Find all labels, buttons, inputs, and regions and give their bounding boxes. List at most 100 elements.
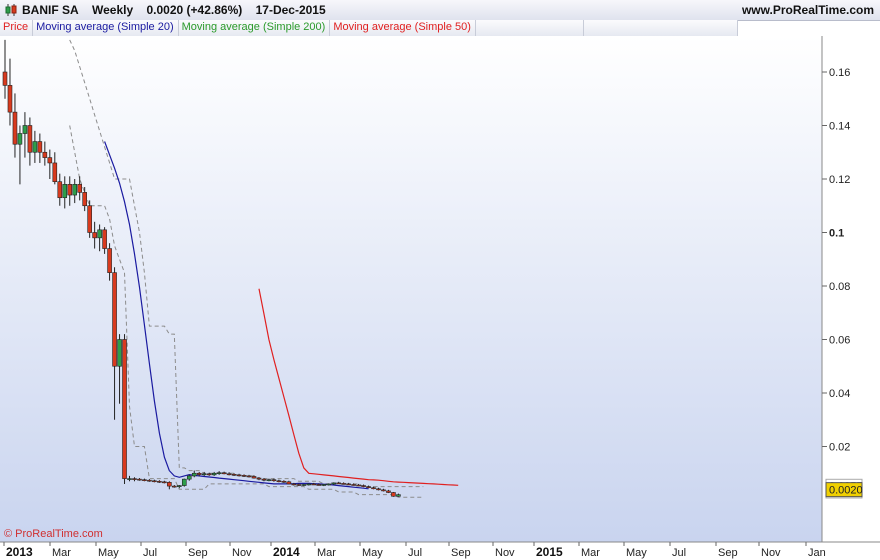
candle (181, 478, 187, 487)
candle-body (366, 486, 371, 488)
candle-body (246, 475, 252, 478)
y-tick-label: 0.12 (829, 174, 850, 186)
candle-body (256, 477, 262, 480)
candle-body (221, 472, 227, 475)
watermark: © ProRealTime.com (4, 528, 103, 540)
price-chart[interactable]: 0.02 0.04 0.06 0.08 0.1 0.12 0.14 0.16 2013 Mar M… (0, 0, 880, 560)
candle-body (386, 490, 391, 493)
candle-body (251, 476, 257, 479)
candle-body (306, 483, 312, 486)
y-tick-label: 0.1 (829, 228, 844, 240)
x-tick-label: Nov (495, 547, 515, 559)
candle (122, 334, 127, 484)
candle-body (42, 151, 48, 158)
candle-body (62, 184, 68, 199)
candle-body (396, 494, 401, 497)
candle-body (162, 481, 167, 484)
candle-body (216, 472, 222, 475)
candle (326, 483, 332, 486)
x-tick-label: Sep (451, 547, 471, 559)
x-tick-label: Sep (718, 547, 738, 559)
x-tick-label: May (98, 547, 119, 559)
x-tick-label: Jul (408, 547, 422, 559)
candle-body (132, 478, 137, 480)
y-tick-label: 0.02 (829, 442, 850, 454)
candle-body (7, 85, 13, 113)
candle (87, 200, 92, 238)
y-tick-label: 0.06 (829, 335, 850, 347)
candle-body (67, 184, 73, 196)
candle-body (196, 472, 202, 475)
candle-body (271, 479, 277, 482)
candle-body (32, 141, 38, 153)
candle-body (167, 482, 172, 487)
candle-body (2, 71, 8, 86)
x-tick-label: Mar (52, 547, 71, 559)
x-tick-label: May (362, 547, 383, 559)
candle-body (147, 479, 152, 482)
candle-body (336, 482, 341, 485)
candle-body (82, 192, 87, 207)
x-tick-label: May (626, 547, 647, 559)
candle-body (341, 483, 346, 485)
candle-body (112, 272, 117, 367)
candle-body (201, 473, 207, 476)
candle-body (117, 339, 122, 367)
candle-body (142, 479, 147, 481)
y-tick-label: 0.16 (829, 67, 850, 79)
candle-body (52, 162, 58, 182)
candle-body (211, 472, 217, 476)
candle-body (127, 478, 132, 480)
candle-body (157, 480, 162, 483)
candle-body (346, 483, 351, 486)
candle-body (97, 229, 102, 239)
candle-body (191, 472, 197, 477)
candle-body (291, 483, 297, 486)
candle-body (391, 492, 396, 497)
candle (391, 491, 396, 497)
candle-body (177, 485, 182, 487)
last-price-label: 0.0020 (829, 485, 863, 497)
candle-body (206, 473, 212, 476)
candle (306, 483, 312, 486)
candle (301, 483, 307, 487)
candle-body (286, 481, 292, 485)
candle-body (57, 181, 63, 199)
candle-body (22, 125, 28, 134)
candle-body (87, 205, 92, 233)
candle-body (122, 339, 127, 479)
candle-body (361, 485, 366, 487)
candle-body (296, 484, 302, 486)
candle-body (316, 484, 322, 486)
candle-body (276, 480, 282, 483)
candle-body (47, 157, 53, 164)
candle-body (226, 473, 232, 476)
candle-body (181, 478, 187, 486)
x-tick-label: Jul (143, 547, 157, 559)
x-tick-label: Mar (581, 547, 600, 559)
x-tick-label: Jul (672, 547, 686, 559)
y-tick-label: 0.04 (829, 388, 850, 400)
candle-body (241, 475, 247, 477)
x-year-label: 2013 (6, 545, 33, 559)
candle-body (172, 485, 177, 488)
y-tick-label: 0.14 (829, 121, 850, 133)
y-tick-label: 0.08 (829, 281, 850, 293)
candle-body (12, 111, 18, 145)
candle-body (236, 474, 242, 477)
candle-body (231, 474, 237, 476)
candle-body (186, 475, 192, 480)
candle-body (376, 488, 381, 491)
candle-body (102, 229, 107, 249)
candle-body (311, 483, 317, 486)
candle-body (261, 478, 267, 481)
candle-body (17, 133, 23, 145)
candle-body (331, 482, 336, 485)
candle-body (37, 141, 43, 153)
x-tick-label: Nov (232, 547, 252, 559)
candle-body (371, 487, 376, 490)
x-year-label: 2014 (273, 545, 300, 559)
x-tick-label: Sep (188, 547, 208, 559)
candle-body (152, 480, 157, 483)
candle-body (321, 484, 327, 486)
